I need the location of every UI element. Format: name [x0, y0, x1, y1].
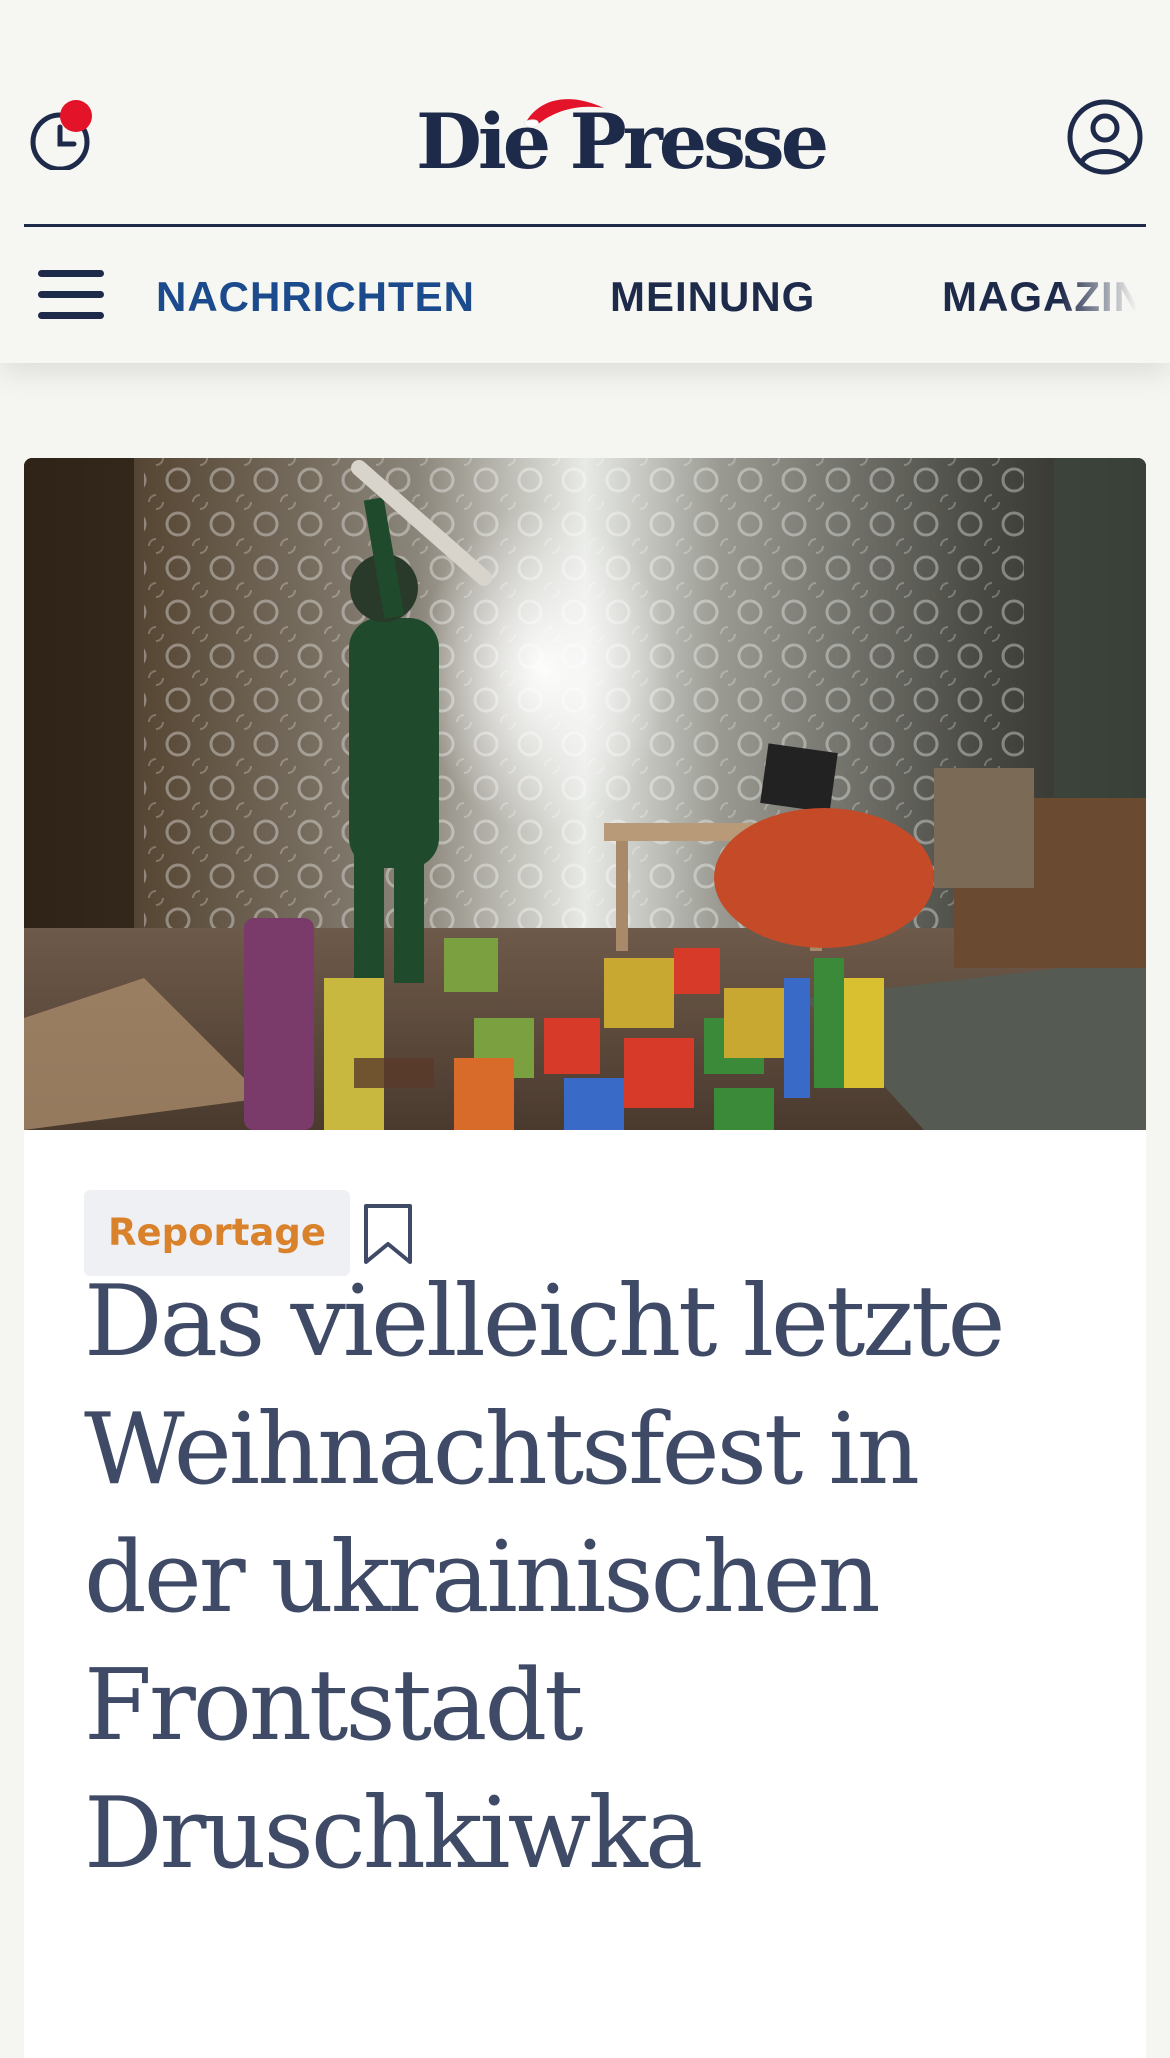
header-divider	[24, 224, 1146, 227]
nav-item-meinung[interactable]: MEINUNG	[610, 270, 815, 324]
hero-photo	[24, 458, 1146, 1130]
user-account-icon	[1067, 99, 1143, 175]
santa-hat-icon	[523, 99, 604, 128]
nav-item-nachrichten[interactable]: NACHRICHTEN	[156, 270, 475, 324]
notification-badge	[60, 100, 92, 132]
article-headline[interactable]: Das vielleicht letzte Weihnachtsfest in …	[84, 1258, 1094, 1898]
site-header: Die Presse NACHRICHTEN MEINUNG MAGAZIN	[0, 0, 1170, 363]
article-card[interactable]: Reportage Das vielleicht letzte Weihnach…	[24, 458, 1146, 2058]
nav-scroll-fade	[1060, 262, 1170, 332]
logo-text: Die Presse	[416, 97, 829, 186]
history-button[interactable]	[26, 100, 96, 170]
hamburger-menu-icon[interactable]	[38, 268, 106, 322]
article-hero-image[interactable]	[24, 458, 1146, 1130]
bookmark-button[interactable]	[362, 1202, 414, 1266]
bookmark-icon	[364, 1204, 412, 1264]
site-logo[interactable]: Die Presse	[416, 92, 829, 192]
account-button[interactable]	[1066, 98, 1144, 176]
